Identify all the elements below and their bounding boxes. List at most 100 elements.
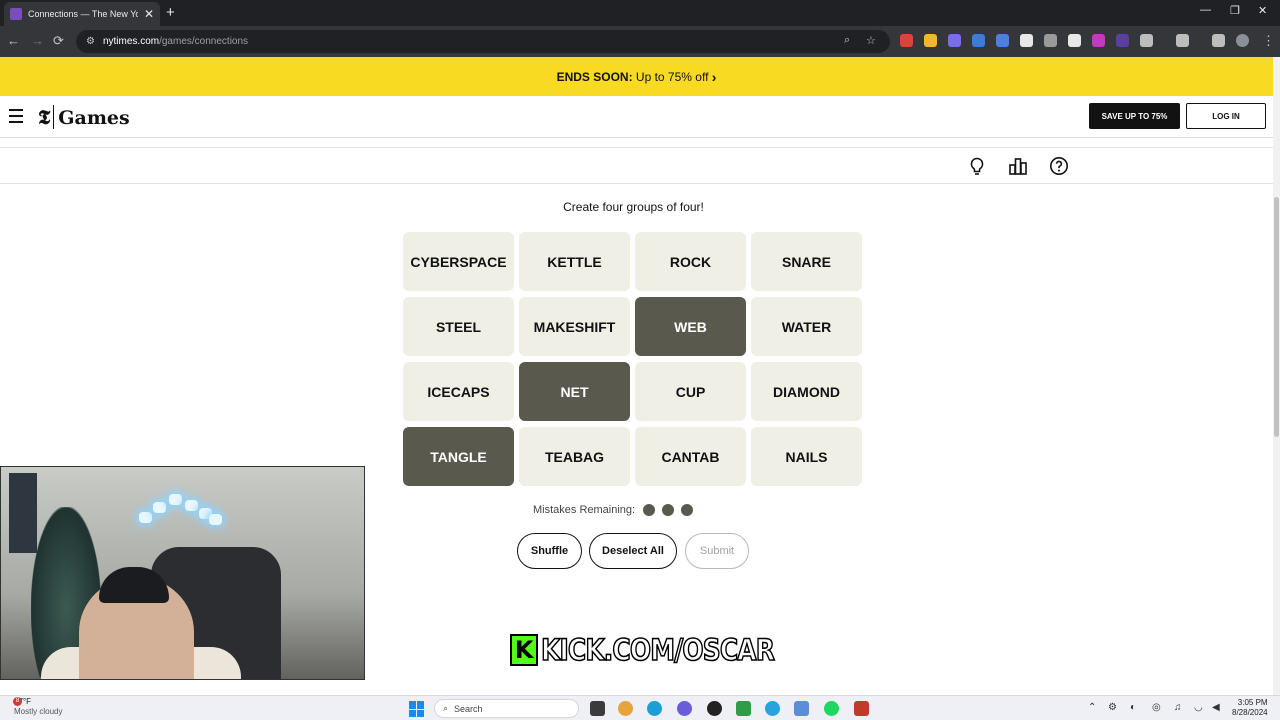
extensions-puzzle-icon[interactable] [1140, 34, 1153, 47]
browser-address-bar: ← → ⟳ ⚙ nytimes.com/games/connections ⌕ … [0, 26, 1280, 57]
nyt-logo-mark: 𝕿 [38, 105, 55, 129]
site-header: 𝕿 Games SAVE UP TO 75% LOG IN [0, 96, 1273, 138]
word-card[interactable]: ICECAPS [403, 362, 514, 421]
weather-badge: 8 [13, 697, 22, 706]
word-card[interactable]: KETTLE [519, 232, 630, 291]
extension-icon[interactable] [1068, 34, 1081, 47]
word-card[interactable]: WEB [635, 297, 746, 356]
word-card[interactable]: ROCK [635, 232, 746, 291]
new-tab-icon[interactable]: + [166, 4, 175, 21]
word-card[interactable]: NAILS [751, 427, 862, 486]
promo-banner[interactable]: ENDS SOON: Up to 75% off › [0, 57, 1273, 96]
edge-icon[interactable] [647, 701, 662, 716]
network-icon[interactable]: ◐ [1130, 702, 1136, 713]
search-icon: ⌕ [443, 703, 449, 713]
mistakes-remaining: Mistakes Remaining: [533, 503, 694, 517]
site-info-icon[interactable]: ⚙ [86, 36, 95, 47]
word-card[interactable]: CYBERSPACE [403, 232, 514, 291]
back-icon[interactable]: ← [7, 33, 20, 48]
word-card[interactable]: MAKESHIFT [519, 297, 630, 356]
submit-button[interactable]: Submit [685, 533, 749, 569]
word-card[interactable]: WATER [751, 297, 862, 356]
extension-icon[interactable] [948, 34, 961, 47]
word-card[interactable]: TEABAG [519, 427, 630, 486]
extension-icon[interactable] [900, 34, 913, 47]
browser-menu-icon[interactable]: ⋮ [1262, 33, 1275, 49]
weather-desc: Mostly cloudy [14, 707, 63, 716]
word-card[interactable]: NET [519, 362, 630, 421]
weather-widget[interactable]: 8 87°F Mostly cloudy [13, 697, 63, 717]
extension-icon[interactable] [996, 34, 1009, 47]
close-window-icon[interactable]: ✕ [1258, 4, 1267, 17]
notepad-icon[interactable] [794, 701, 809, 716]
tray-app-icon[interactable]: ⚙ [1108, 702, 1117, 713]
browser-tab[interactable]: Connections — The New York T ✕ [4, 2, 160, 26]
reload-icon[interactable]: ⟳ [53, 33, 64, 49]
discord-icon[interactable] [677, 701, 692, 716]
volume-icon[interactable]: ◀ [1212, 702, 1220, 713]
chrome-icon[interactable] [618, 701, 633, 716]
promo-text: Up to 75% off [632, 69, 712, 84]
word-card[interactable]: STEEL [403, 297, 514, 356]
extension-icon[interactable] [1092, 34, 1105, 47]
webcam-hexagon-lights [139, 492, 223, 526]
spotify-icon[interactable] [824, 701, 839, 716]
shuffle-button[interactable]: Shuffle [517, 533, 582, 569]
extension-icon[interactable] [972, 34, 985, 47]
clock-time: 3:05 PM [1237, 698, 1268, 707]
login-button[interactable]: LOG IN [1186, 103, 1266, 129]
leaderboard-icon[interactable] [1008, 156, 1028, 176]
page-scrollbar[interactable] [1273, 57, 1280, 695]
word-card[interactable]: CUP [635, 362, 746, 421]
kick-logo-icon: K [510, 634, 538, 666]
windows-taskbar: 8 87°F Mostly cloudy ⌕ Search ⌃ ⚙ ◐ ◎ ♫ … [0, 695, 1280, 720]
url-field[interactable]: ⚙ nytimes.com/games/connections ⌕ ☆ [76, 30, 890, 53]
word-card[interactable]: TANGLE [403, 427, 514, 486]
lightbulb-icon[interactable] [967, 156, 987, 176]
profile-icon[interactable] [1212, 34, 1225, 47]
tray-app-icon[interactable]: ◎ [1152, 702, 1161, 713]
telegram-icon[interactable] [765, 701, 780, 716]
tray-chevron-up-icon[interactable]: ⌃ [1088, 702, 1096, 713]
help-icon[interactable] [1049, 156, 1069, 176]
url-host: nytimes.com [102, 36, 160, 47]
taskbar-search-input[interactable]: ⌕ Search [434, 699, 579, 718]
clock-date: 8/28/2024 [1232, 708, 1268, 717]
maximize-window-icon[interactable]: ❐ [1230, 4, 1240, 17]
games-wordmark: Games [58, 107, 130, 129]
microphone-icon[interactable]: ♫ [1174, 702, 1182, 713]
deselect-all-button[interactable]: Deselect All [589, 533, 677, 569]
subscribe-button[interactable]: SAVE UP TO 75% [1089, 103, 1180, 129]
bookmark-star-icon[interactable]: ☆ [866, 34, 876, 47]
word-card[interactable]: SNARE [751, 232, 862, 291]
scrollbar-thumb[interactable] [1274, 197, 1279, 437]
mistake-dot [681, 504, 694, 516]
promo-bold: ENDS SOON: [556, 69, 633, 84]
excel-icon[interactable] [736, 701, 751, 716]
video-app-icon[interactable] [854, 701, 869, 716]
taskbar-clock[interactable]: 3:05 PM 8/28/2024 [1232, 698, 1268, 718]
game-toolbar [0, 147, 1273, 184]
forward-icon[interactable]: → [31, 33, 44, 48]
wifi-icon[interactable]: ◡ [1194, 702, 1203, 713]
nyt-games-logo[interactable]: 𝕿 Games [38, 105, 130, 129]
kick-channel-text: KICK.COM/OSCAR [540, 632, 775, 668]
tab-title: Connections — The New York T [28, 9, 138, 19]
mistake-dot [662, 504, 675, 516]
extension-icon[interactable] [1020, 34, 1033, 47]
file-explorer-icon[interactable] [590, 701, 605, 716]
menu-icon[interactable] [9, 109, 23, 127]
avatar[interactable] [1236, 34, 1249, 47]
side-panel-icon[interactable] [1176, 34, 1189, 47]
extension-icon[interactable] [924, 34, 937, 47]
windows-start-icon[interactable] [409, 701, 425, 717]
word-card[interactable]: DIAMOND [751, 362, 862, 421]
minimize-window-icon[interactable]: — [1200, 4, 1211, 16]
zoom-icon[interactable]: ⌕ [844, 34, 850, 47]
close-tab-icon[interactable]: ✕ [144, 7, 154, 21]
obs-icon[interactable] [707, 701, 722, 716]
chevron-right-icon: › [711, 68, 717, 85]
word-card[interactable]: CANTAB [635, 427, 746, 486]
extension-icon[interactable] [1044, 34, 1057, 47]
extension-icon[interactable] [1116, 34, 1129, 47]
